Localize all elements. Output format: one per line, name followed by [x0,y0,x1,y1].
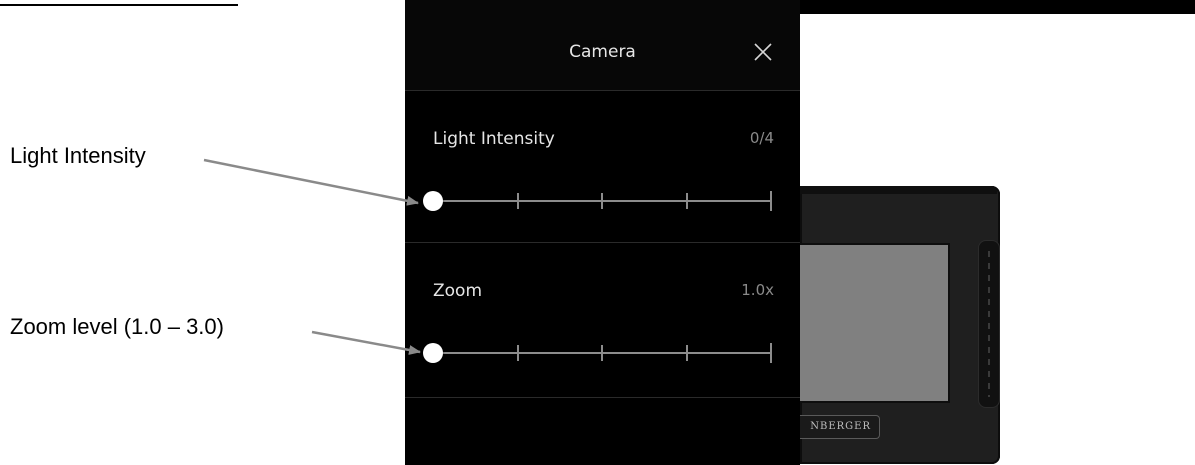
slider-tick [601,345,603,361]
camera-device: NBERGER [800,186,1000,464]
zoom-label: Zoom [433,281,483,301]
light-intensity-arrow [203,158,419,206]
slider-tick [770,343,772,363]
zoom-section: Zoom 1.0x [405,243,800,398]
zoom-value: 1.0x [741,281,774,299]
slider-tick [686,193,688,209]
device-top-edge [800,186,997,194]
brand-badge: NBERGER [800,415,880,439]
light-intensity-section: Light Intensity 0/4 [405,91,800,243]
zoom-slider-thumb[interactable] [423,343,443,363]
light-intensity-slider-thumb[interactable] [423,191,443,211]
zoom-level-arrow [311,330,421,355]
light-intensity-value: 0/4 [749,129,774,147]
annotation-light-intensity: Light Intensity [10,143,146,168]
slider-tick [686,345,688,361]
zoom-slider[interactable] [423,341,773,365]
camera-panel: Camera Light Intensity 0/4 Zoom 1.0x [405,0,800,465]
panel-title: Camera [569,42,636,62]
panel-header: Camera [405,0,800,91]
close-button[interactable] [749,38,777,66]
close-icon [754,43,772,61]
light-intensity-label: Light Intensity [433,129,555,149]
annotation-zoom-level: Zoom level (1.0 – 3.0) [10,314,224,339]
light-intensity-slider[interactable] [423,189,773,213]
top-rule [0,4,238,6]
slider-tick [601,193,603,209]
slider-tick [517,193,519,209]
device-screen [800,243,950,403]
device-grip [978,240,1000,408]
slider-tick [517,345,519,361]
slider-tick [770,191,772,211]
